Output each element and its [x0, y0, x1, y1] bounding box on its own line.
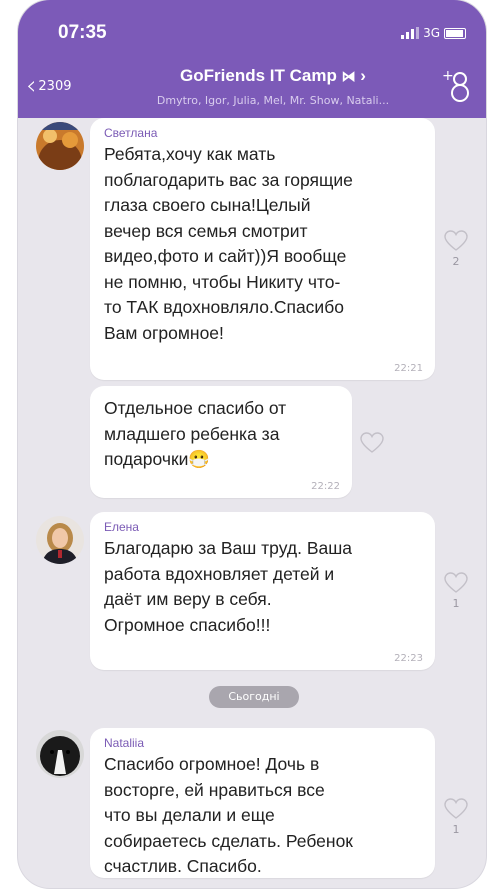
- like-heart-icon[interactable]: [360, 432, 384, 454]
- message-time: 22:22: [311, 481, 340, 492]
- chat-header: 07:35 3G ‹ 2309 GoFriends IT Camp ⧒ › Dm…: [18, 0, 486, 118]
- message-bubble[interactable]: Отдельное спасибо от младшего ребенка за…: [90, 386, 352, 498]
- chevron-left-icon: ‹: [26, 71, 37, 101]
- like-heart-icon[interactable]: [444, 572, 468, 594]
- network-label: 3G: [423, 26, 440, 40]
- like-heart-icon[interactable]: [444, 798, 468, 820]
- phone-frame: 07:35 3G ‹ 2309 GoFriends IT Camp ⧒ › Dm…: [18, 0, 486, 888]
- date-divider: Сьогодні: [209, 686, 299, 708]
- like-count: 1: [452, 597, 460, 610]
- back-button[interactable]: ‹ 2309: [26, 71, 72, 101]
- like-count: 1: [452, 823, 460, 836]
- avatar-nataliia[interactable]: [36, 730, 84, 778]
- like-count: 2: [452, 255, 460, 268]
- chat-title-text: GoFriends IT Camp: [180, 66, 337, 85]
- message-time: 22:21: [394, 363, 423, 374]
- signal-icon: [401, 27, 420, 39]
- message-bubble[interactable]: Nataliia Спасибо огромное! Дочь в востор…: [90, 728, 435, 878]
- mute-icon: ⧒: [341, 68, 356, 84]
- sender-name: Елена: [104, 520, 139, 534]
- chevron-right-icon: ›: [360, 66, 366, 85]
- message-bubble[interactable]: Светлана Ребята,хочу как мать поблагодар…: [90, 118, 435, 380]
- add-participant-icon[interactable]: +: [442, 68, 472, 102]
- status-indicators: 3G: [401, 26, 466, 40]
- chat-title: GoFriends IT Camp ⧒ ›: [113, 66, 433, 86]
- avatar-elena[interactable]: [36, 516, 84, 564]
- sender-name: Nataliia: [104, 736, 145, 750]
- chat-members: Dmytro, Igor, Julia, Mel, Mr. Show, Nata…: [156, 94, 390, 107]
- like-heart-icon[interactable]: [444, 230, 468, 252]
- message-time: 22:23: [394, 653, 423, 664]
- status-time: 07:35: [58, 22, 107, 43]
- message-text: Отдельное спасибо от младшего ребенка за…: [104, 398, 287, 469]
- battery-icon: [444, 27, 466, 39]
- svg-text:+: +: [442, 68, 454, 84]
- message-text: Спасибо огромное! Дочь в восторге, ей нр…: [104, 754, 353, 876]
- sender-name: Светлана: [104, 126, 158, 140]
- chat-title-area[interactable]: GoFriends IT Camp ⧒ › Dmytro, Igor, Juli…: [113, 66, 433, 107]
- back-count: 2309: [38, 78, 72, 94]
- message-bubble[interactable]: Елена Благодарю за Ваш труд. Ваша работа…: [90, 512, 435, 670]
- avatar-svetlana[interactable]: [36, 122, 84, 170]
- message-text: Благодарю за Ваш труд. Ваша работа вдохн…: [104, 538, 352, 635]
- message-text: Ребята,хочу как мать поблагодарить вас з…: [104, 144, 353, 343]
